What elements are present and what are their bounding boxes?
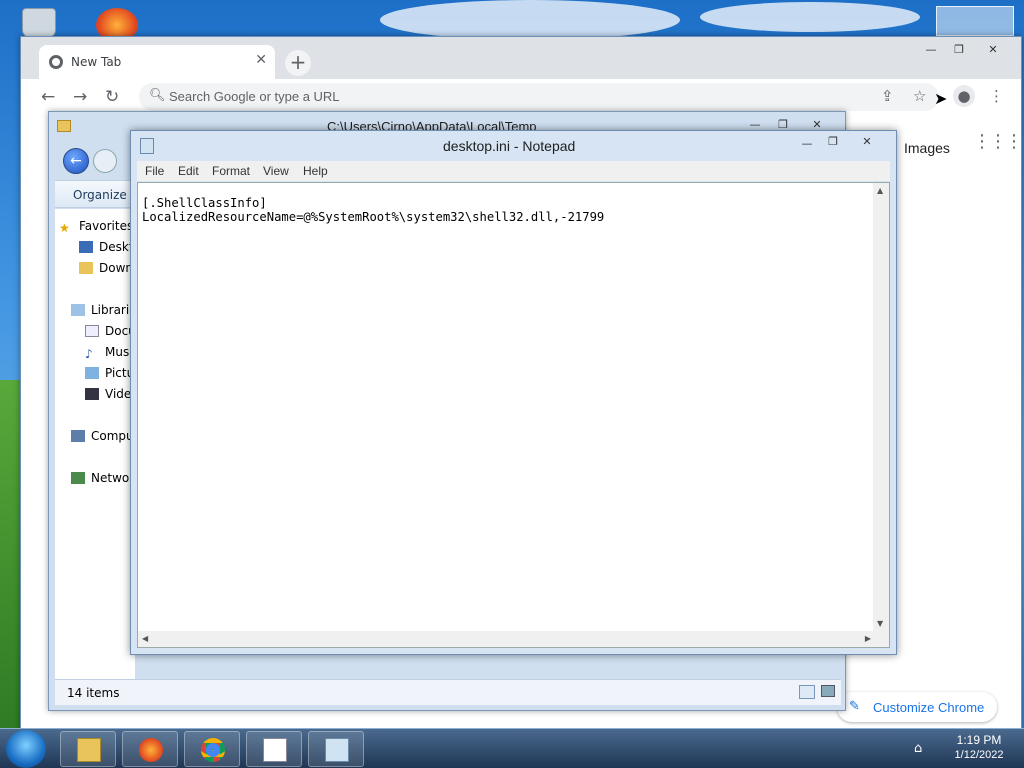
chrome-favicon-icon <box>49 55 63 69</box>
clock-time: 1:19 PM <box>956 733 1002 747</box>
reload-icon[interactable]: ↻ <box>105 87 119 107</box>
notepad-window: desktop.ini - Notepad — ❐ ✕ File Edit Fo… <box>130 130 897 655</box>
folder-icon <box>77 738 101 762</box>
scroll-up-arrow-icon[interactable]: ▲ <box>877 186 883 195</box>
network-tray-icon[interactable]: ⌂ <box>914 741 922 756</box>
organize-button[interactable]: Organize ▾ <box>73 188 137 202</box>
checklist-icon <box>263 738 287 762</box>
downloads-icon <box>79 262 93 274</box>
scroll-down-arrow-icon[interactable]: ▼ <box>877 619 883 628</box>
notepad-maximize-button[interactable]: ❐ <box>819 133 847 153</box>
share-icon[interactable]: ⇪ <box>881 87 894 105</box>
menu-view[interactable]: View <box>263 164 289 178</box>
chrome-tab-strip: New Tab ✕ + — ❐ ✕ <box>21 37 1021 79</box>
customize-chrome-button[interactable]: ✎ Customize Chrome <box>837 692 997 722</box>
size-grip[interactable] <box>873 631 889 647</box>
computer-icon <box>71 430 85 442</box>
taskbar-tasklist-button[interactable] <box>246 731 302 767</box>
details-view-icon[interactable] <box>799 685 815 699</box>
close-button[interactable]: ✕ <box>979 41 1007 61</box>
taskbar-explorer-button[interactable] <box>60 731 116 767</box>
taskbar-notepad-button[interactable] <box>308 731 364 767</box>
music-icon: ♪ <box>85 347 93 359</box>
new-tab-button[interactable]: + <box>285 50 311 76</box>
video-icon <box>85 388 99 400</box>
notepad-icon <box>140 138 154 154</box>
back-arrow-icon[interactable]: ← <box>41 87 55 107</box>
profile-avatar-icon[interactable]: ● <box>953 85 975 107</box>
close-tab-icon[interactable]: ✕ <box>255 52 267 68</box>
images-link[interactable]: Images <box>904 140 950 156</box>
desktop-file-icon[interactable] <box>936 6 1014 36</box>
vertical-scrollbar[interactable]: ▲ ▼ <box>873 183 889 631</box>
item-count: 14 items <box>67 686 120 700</box>
preview-pane-icon[interactable] <box>821 685 835 697</box>
navigation-pane: ★Favorites Desktop Downloads Libraries D… <box>55 209 161 679</box>
forward-arrow-icon[interactable]: → <box>73 87 87 107</box>
scroll-right-arrow-icon[interactable]: ▶ <box>865 634 871 643</box>
taskbar-firefox-button[interactable] <box>122 731 178 767</box>
menu-format[interactable]: Format <box>212 164 250 178</box>
search-icon: 🔍︎ <box>149 88 166 103</box>
notepad-icon <box>325 738 349 762</box>
omnibox-placeholder: Search Google or type a URL <box>169 89 340 104</box>
chrome-toolbar: ← → ↻ 🔍︎ Search Google or type a URL ⇪ ☆… <box>21 79 1021 115</box>
taskbar-chrome-button[interactable] <box>184 731 240 767</box>
text-editor[interactable]: [.ShellClassInfo] LocalizedResourceName=… <box>137 182 890 648</box>
minimize-button[interactable]: — <box>917 41 945 61</box>
pencil-icon: ✎ <box>849 698 860 713</box>
customize-chrome-label: Customize Chrome <box>873 700 985 715</box>
editor-content: [.ShellClassInfo] LocalizedResourceName=… <box>142 196 605 224</box>
tab-title: New Tab <box>71 55 122 69</box>
document-icon <box>85 325 99 337</box>
horizontal-scrollbar[interactable]: ◀ ▶ <box>138 631 875 647</box>
mouse-cursor-icon: ➤ <box>934 89 948 108</box>
menu-edit[interactable]: Edit <box>178 164 199 178</box>
network-icon <box>71 472 85 484</box>
omnibox[interactable]: 🔍︎ Search Google or type a URL <box>139 83 939 111</box>
tab-new-tab[interactable]: New Tab ✕ <box>39 45 275 79</box>
notepad-title: desktop.ini - Notepad <box>443 138 576 154</box>
start-button[interactable] <box>6 730 46 768</box>
back-button[interactable]: ← <box>63 148 89 174</box>
menu-help[interactable]: Help <box>303 164 328 178</box>
recycle-bin-icon[interactable] <box>22 8 56 38</box>
forward-button[interactable] <box>93 149 117 173</box>
folder-icon <box>57 120 71 132</box>
status-bar: 14 items <box>55 679 841 705</box>
clock[interactable]: 1:19 PM 1/12/2022 <box>944 733 1014 761</box>
star-icon: ★ <box>59 221 70 233</box>
desktop-cloud <box>380 0 680 40</box>
scroll-left-arrow-icon[interactable]: ◀ <box>142 634 148 643</box>
menu-bar: File Edit Format View Help <box>137 161 890 181</box>
library-icon <box>71 304 85 316</box>
desktop-icon <box>79 241 93 253</box>
firefox-icon <box>139 738 163 762</box>
notepad-close-button[interactable]: ✕ <box>853 133 881 153</box>
bookmark-star-icon[interactable]: ☆ <box>913 87 926 105</box>
chrome-icon <box>201 738 225 762</box>
notepad-minimize-button[interactable]: — <box>793 135 821 155</box>
menu-file[interactable]: File <box>145 164 164 178</box>
pictures-icon <box>85 367 99 379</box>
taskbar: ⌂ 1:19 PM 1/12/2022 <box>0 728 1024 768</box>
desktop-cloud <box>700 2 920 32</box>
google-apps-icon[interactable]: ⋮⋮⋮ <box>973 133 1023 151</box>
nav-item-favorites[interactable]: ★ Favorites <box>59 219 135 233</box>
menu-kebab-icon[interactable]: ⋮ <box>989 87 1004 105</box>
maximize-button[interactable]: ❐ <box>945 41 973 61</box>
clock-date: 1/12/2022 <box>954 749 1004 761</box>
